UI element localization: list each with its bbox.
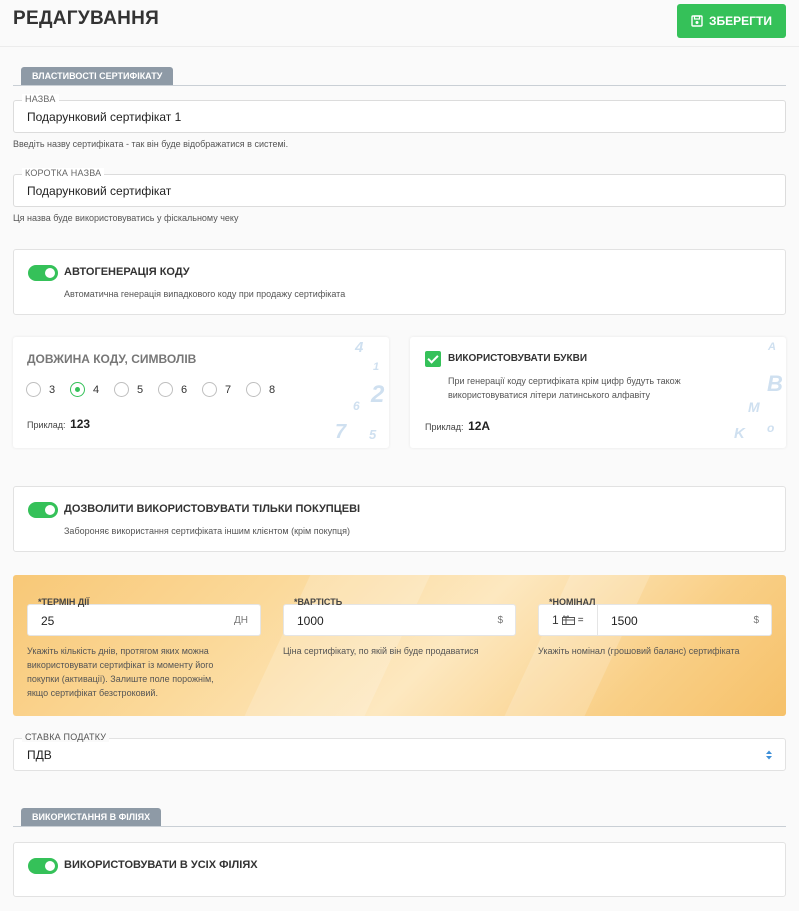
price-unit: $ [497, 615, 503, 626]
nominal-field[interactable]: *НОМІНАЛ 1 = 1500 $ [538, 597, 772, 636]
nominal-hint: Укажіть номінал (грошовий баланс) сертиф… [538, 646, 740, 656]
validity-hint-line: якщо сертифікат безстроковий. [27, 688, 158, 698]
price-label: *ВАРТІСТЬ [294, 597, 343, 607]
letters-example-value: 12A [468, 419, 491, 433]
name-value: Подарунковий сертифікат 1 [27, 110, 182, 124]
section-divider [13, 85, 786, 86]
deco-digit: 4 [355, 339, 364, 356]
radio-label: 6 [181, 383, 188, 396]
section-divider [13, 826, 786, 827]
section-tab-branches: ВИКОРИСТАННЯ В ФІЛІЯХ [21, 808, 162, 826]
validity-label: *ТЕРМІН ДІЇ [38, 597, 90, 607]
radio-button[interactable] [114, 382, 129, 397]
nominal-prefix: 1 [552, 613, 559, 627]
code-example-value: 123 [70, 417, 91, 431]
nominal-eq: = [577, 614, 584, 626]
page-title: РЕДАГУВАННЯ [13, 8, 160, 29]
buyer-only-desc: Забороняє використання сертифіката іншим… [64, 526, 351, 536]
code-example: Приклад: 123 [27, 417, 90, 431]
autogen-card: АВТОГЕНЕРАЦІЯ КОДУ Автоматична генерація… [13, 249, 786, 315]
autogen-title: АВТОГЕНЕРАЦІЯ КОДУ [64, 266, 190, 278]
code-length-title: ДОВЖИНА КОДУ, СИМВОЛІВ [27, 352, 197, 366]
validity-unit: ДН [234, 615, 248, 626]
radio-option-5[interactable]: 5 [114, 382, 158, 397]
letters-desc: При генерації коду сертифіката крім цифр… [448, 374, 681, 402]
code-example-label: Приклад: [27, 420, 66, 430]
certificate-icon [561, 615, 575, 625]
code-length-card: ДОВЖИНА КОДУ, СИМВОЛІВ 3 4 5 6 7 8 Прикл… [13, 337, 389, 448]
name-label: НАЗВА [22, 94, 59, 104]
validity-value: 25 [41, 614, 55, 628]
validity-hint-line: Укажіть кількість днів, протягом яких мо… [27, 646, 209, 656]
price-field[interactable]: *ВАРТІСТЬ 1000 $ [283, 597, 516, 636]
radio-option-4[interactable]: 4 [70, 382, 114, 397]
buyer-only-toggle[interactable] [28, 502, 58, 518]
radio-label: 3 [49, 383, 56, 396]
top-bar: РЕДАГУВАННЯ ЗБЕРЕГТИ [0, 0, 799, 47]
autogen-desc: Автоматична генерація випадкового коду п… [64, 289, 346, 299]
all-branches-title: ВИКОРИСТОВУВАТИ В УСІХ ФІЛІЯХ [64, 859, 258, 871]
deco-letter: K [734, 425, 745, 442]
short-name-hint: Ця назва буде використовуватись у фіскал… [13, 213, 239, 223]
radio-label: 8 [269, 383, 276, 396]
deco-letter: B [767, 371, 783, 396]
short-name-field[interactable]: КОРОТКА НАЗВА Подарунковий сертифікат [13, 168, 786, 207]
deco-digit: 5 [369, 427, 377, 442]
validity-hint-line: використовувати сертифікат із моменту йо… [27, 660, 214, 670]
radio-option-6[interactable]: 6 [158, 382, 202, 397]
radio-option-3[interactable]: 3 [26, 382, 70, 397]
radio-button[interactable] [202, 382, 217, 397]
short-name-value: Подарунковий сертифікат [27, 184, 172, 198]
radio-option-7[interactable]: 7 [202, 382, 246, 397]
radio-button-selected[interactable] [70, 382, 85, 397]
letters-checkbox[interactable] [425, 351, 441, 367]
letters-example-label: Приклад: [425, 422, 464, 432]
save-icon [691, 15, 703, 27]
section-tab-properties: ВЛАСТИВОСТІ СЕРТИФІКАТУ [21, 67, 174, 85]
deco-digit: 1 [373, 361, 380, 373]
name-field[interactable]: НАЗВА Подарунковий сертифікат 1 [13, 94, 786, 133]
deco-digit: 2 [371, 381, 385, 408]
deco-letter: A [768, 341, 776, 353]
branches-card: ВИКОРИСТОВУВАТИ В УСІХ ФІЛІЯХ [13, 842, 786, 897]
deco-letter: o [767, 421, 775, 435]
buyer-only-title: ДОЗВОЛИТИ ВИКОРИСТОВУВАТИ ТІЛЬКИ ПОКУПЦЕ… [64, 503, 361, 515]
nominal-unit: $ [753, 615, 759, 626]
tax-rate-label: СТАВКА ПОДАТКУ [22, 732, 110, 742]
radio-option-8[interactable]: 8 [246, 382, 290, 397]
code-length-options: 3 4 5 6 7 8 [26, 382, 290, 397]
deco-letter: M [748, 399, 760, 415]
price-value: 1000 [297, 614, 324, 628]
nominal-ratio: 1 = [539, 605, 598, 635]
tax-rate-value: ПДВ [27, 748, 52, 762]
letters-card: ВИКОРИСТОВУВАТИ БУКВИ При генерації коду… [410, 337, 786, 448]
buyer-only-card: ДОЗВОЛИТИ ВИКОРИСТОВУВАТИ ТІЛЬКИ ПОКУПЦЕ… [13, 486, 786, 552]
letters-example: Приклад: 12A [425, 419, 490, 433]
validity-field[interactable]: *ТЕРМІН ДІЇ 25 ДН [27, 597, 261, 636]
letters-desc-line: При генерації коду сертифіката крім цифр… [448, 376, 681, 386]
radio-label: 7 [225, 383, 232, 396]
save-button-label: ЗБЕРЕГТИ [709, 14, 772, 28]
name-hint: Введіть назву сертифіката - так він буде… [13, 139, 289, 149]
radio-button[interactable] [158, 382, 173, 397]
deco-digit: 6 [353, 399, 360, 413]
autogen-toggle[interactable] [28, 265, 58, 281]
nominal-value: 1500 [611, 614, 638, 628]
all-branches-toggle[interactable] [28, 858, 58, 874]
radio-button[interactable] [246, 382, 261, 397]
deco-digit: 7 [335, 421, 347, 443]
validity-hint: Укажіть кількість днів, протягом яких мо… [27, 644, 214, 700]
price-hint: Ціна сертифікату, по якій він буде прода… [283, 646, 479, 656]
radio-label: 4 [93, 383, 100, 396]
select-arrows-icon [766, 750, 772, 760]
radio-label: 5 [137, 383, 144, 396]
validity-hint-line: покупки (активації). Залиште поле порожн… [27, 674, 214, 684]
save-button[interactable]: ЗБЕРЕГТИ [677, 4, 786, 38]
letters-desc-line: використовуватися літери латинського алф… [448, 390, 650, 400]
tax-rate-select[interactable]: СТАВКА ПОДАТКУ ПДВ [13, 732, 786, 771]
radio-button[interactable] [26, 382, 41, 397]
pricing-panel: *ТЕРМІН ДІЇ 25 ДН Укажіть кількість днів… [13, 575, 786, 716]
letters-title: ВИКОРИСТОВУВАТИ БУКВИ [448, 353, 588, 364]
short-name-label: КОРОТКА НАЗВА [22, 168, 105, 178]
